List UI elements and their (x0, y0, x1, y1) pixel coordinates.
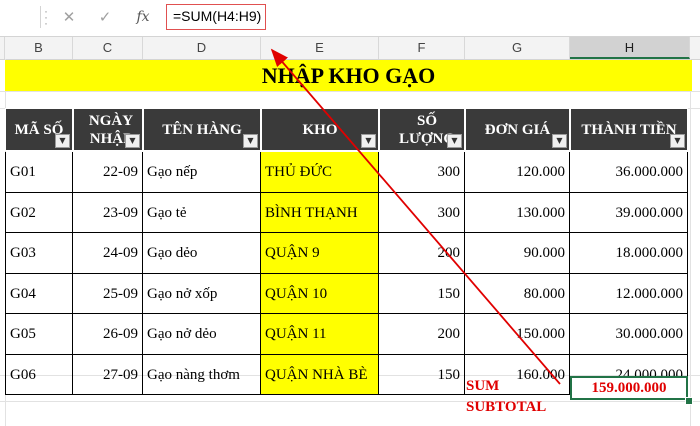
annotation-arrow (270, 48, 561, 385)
